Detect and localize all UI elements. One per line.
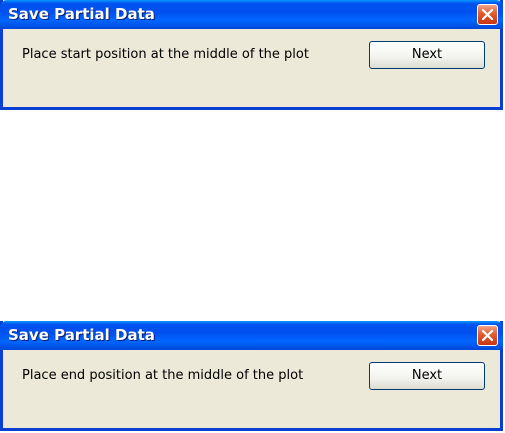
dialog-body: Place end position at the middle of the … bbox=[3, 350, 500, 428]
close-button[interactable] bbox=[477, 4, 498, 25]
next-button[interactable]: Next bbox=[369, 41, 485, 69]
close-icon bbox=[482, 330, 493, 341]
title-bar[interactable]: Save Partial Data bbox=[0, 321, 503, 350]
close-button[interactable] bbox=[477, 325, 498, 346]
dialog-body: Place start position at the middle of th… bbox=[3, 29, 500, 107]
instruction-message: Place start position at the middle of th… bbox=[22, 47, 309, 62]
window-title: Save Partial Data bbox=[8, 5, 155, 23]
instruction-message: Place end position at the middle of the … bbox=[22, 368, 304, 383]
window-title: Save Partial Data bbox=[8, 326, 155, 344]
save-partial-data-dialog-start: Save Partial Data Place start position a… bbox=[0, 0, 503, 110]
title-bar[interactable]: Save Partial Data bbox=[0, 0, 503, 29]
next-button[interactable]: Next bbox=[369, 362, 485, 390]
close-icon bbox=[482, 9, 493, 20]
save-partial-data-dialog-end: Save Partial Data Place end position at … bbox=[0, 321, 503, 431]
